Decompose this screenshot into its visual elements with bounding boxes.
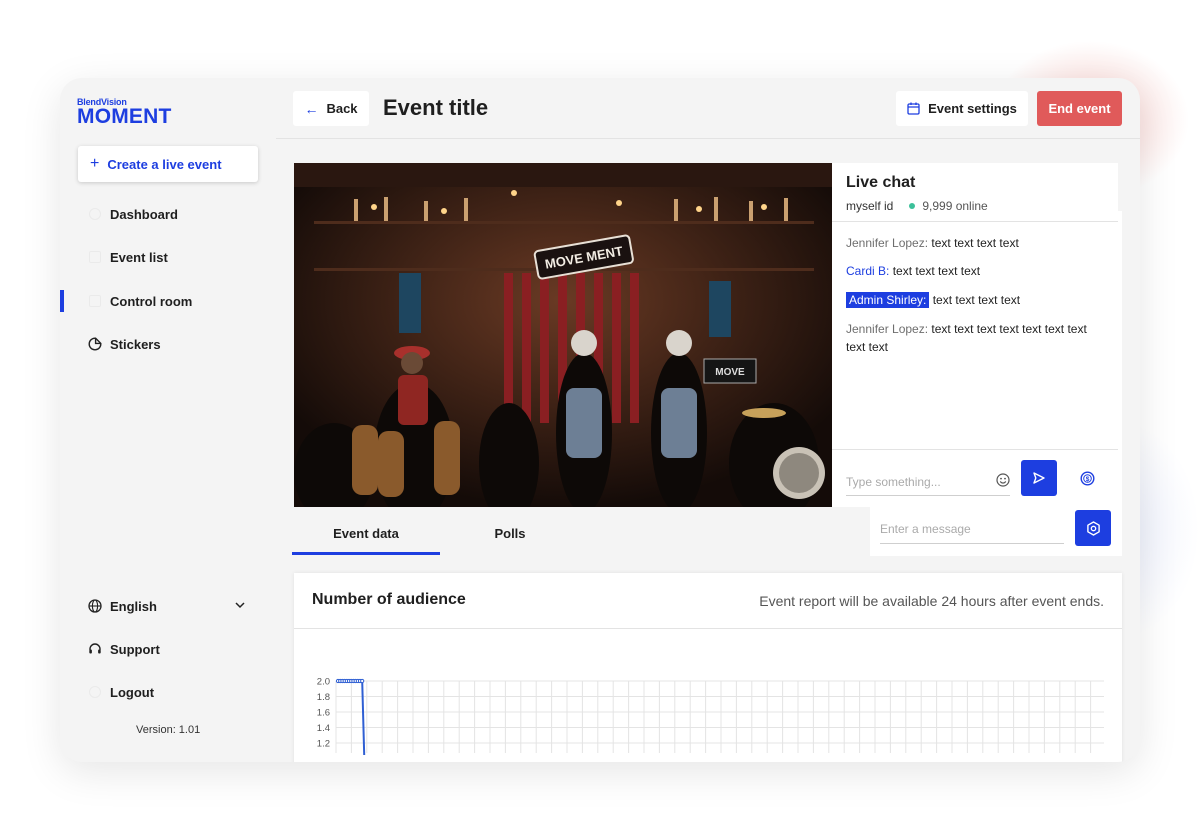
chat-title: Live chat — [846, 174, 916, 191]
event-settings-button[interactable]: Event settings — [896, 91, 1028, 126]
arrow-left-icon: ← — [304, 100, 319, 117]
globe-icon — [88, 599, 102, 613]
chat-text: text text text text — [931, 236, 1019, 250]
headset-icon — [88, 642, 102, 656]
monitor-text: MOVE — [715, 367, 745, 378]
y-tick-label: 1.4 — [317, 723, 330, 734]
chat-input[interactable]: Type something... — [846, 468, 1010, 496]
chat-sender: Jennifer Lopez: — [846, 236, 929, 250]
live-stream-frame: MOVE MENT MOVE — [294, 163, 832, 507]
online-status-dot — [909, 203, 916, 209]
active-tab-underline — [292, 552, 440, 555]
create-live-event-button[interactable]: + Create a live event — [78, 146, 258, 182]
logout-icon — [88, 685, 102, 699]
sidebar-item-support[interactable]: Support — [60, 634, 276, 664]
plus-icon: + — [90, 155, 100, 172]
chat-message: Cardi B: text text text text — [846, 262, 1104, 280]
chat-message: Admin Shirley: text text text text — [846, 291, 1104, 309]
sidebar-item-logout[interactable]: Logout — [60, 677, 276, 707]
sidebar-item-label: Control room — [110, 293, 193, 309]
svg-text:$: $ — [1085, 476, 1089, 483]
app-window: BlendVision MOMENT + Create a live event… — [60, 78, 1140, 762]
end-event-button[interactable]: End event — [1037, 91, 1122, 126]
audience-card: Number of audience Event report will be … — [294, 573, 1122, 762]
sidebar-item-label: Logout — [110, 684, 155, 700]
sidebar-item-dashboard[interactable]: Dashboard — [60, 199, 276, 229]
sidebar: BlendVision MOMENT + Create a live event… — [60, 78, 276, 762]
data-point — [360, 678, 365, 684]
chat-message: Jennifer Lopez: text text text text text… — [846, 320, 1104, 356]
audience-chart: Online users2.01.81.61.41.2 — [317, 677, 1104, 756]
message-box: Enter a message — [870, 506, 1122, 556]
logo: BlendVision MOMENT — [77, 97, 172, 127]
online-count: 9,999 online — [922, 199, 988, 213]
tab-event-data[interactable]: Event data — [292, 526, 440, 541]
panel-edge — [1118, 211, 1122, 553]
audience-title: Number of audience — [312, 591, 466, 608]
chat-meta: myself id 9,999 online — [846, 199, 988, 213]
event-settings-label: Event settings — [928, 101, 1017, 116]
sidebar-item-stickers[interactable]: Stickers — [60, 329, 276, 359]
chat-sender: Cardi B: — [846, 264, 890, 278]
chat-text: text text text text — [932, 293, 1021, 307]
calendar-icon — [907, 102, 920, 115]
dashboard-icon — [88, 207, 102, 221]
y-tick-label: 1.8 — [317, 692, 330, 703]
chat-input-placeholder: Type something... — [846, 474, 941, 489]
chat-input-divider — [832, 449, 1118, 450]
chat-sender: Jennifer Lopez: — [846, 322, 929, 336]
send-icon — [1033, 472, 1045, 484]
tab-polls[interactable]: Polls — [460, 526, 560, 541]
coin-icon[interactable]: $ — [1076, 467, 1098, 489]
language-selector[interactable]: English — [60, 591, 276, 621]
y-tick-label: 1.6 — [317, 708, 330, 719]
sidebar-item-label: Event list — [110, 249, 168, 265]
page-title: Event title — [383, 95, 489, 120]
control-room-icon — [88, 294, 102, 308]
create-live-event-label: Create a live event — [107, 156, 222, 172]
message-input[interactable]: Enter a message — [880, 514, 1064, 544]
sidebar-item-control-room[interactable]: Control room — [60, 286, 276, 316]
language-label: English — [110, 598, 157, 614]
chat-message: Jennifer Lopez: text text text text — [846, 234, 1104, 252]
chat-user-id: myself id — [846, 199, 894, 213]
chat-text: text text text text — [892, 264, 981, 278]
audience-report-note: Event report will be available 24 hours … — [759, 593, 1104, 609]
video-player[interactable]: MOVE MENT MOVE — [294, 163, 832, 507]
live-chat-panel: Live chat myself id 9,999 online Jennife… — [832, 163, 1118, 507]
card-divider — [294, 628, 1122, 629]
message-settings-button[interactable] — [1075, 510, 1111, 546]
message-input-placeholder: Enter a message — [880, 521, 971, 536]
chevron-down-icon — [234, 599, 246, 614]
version-label: Version: 1.01 — [136, 724, 201, 736]
back-label: Back — [326, 101, 358, 116]
y-tick-label: 1.2 — [317, 739, 330, 750]
send-button[interactable] — [1021, 460, 1057, 496]
event-list-icon — [88, 250, 102, 264]
emoji-icon[interactable] — [996, 473, 1010, 490]
gear-icon — [1086, 520, 1100, 536]
sticker-icon — [88, 337, 102, 351]
sidebar-item-label: Dashboard — [110, 206, 178, 222]
y-tick-label: 2.0 — [317, 677, 330, 688]
chat-divider — [832, 221, 1118, 222]
sidebar-item-label: Support — [110, 641, 160, 657]
sidebar-item-event-list[interactable]: Event list — [60, 242, 276, 272]
back-button[interactable]: ← Back — [293, 91, 369, 126]
header-divider — [276, 138, 1140, 139]
chat-sender-admin: Admin Shirley: — [846, 292, 930, 308]
logo-product: MOMENT — [77, 105, 172, 128]
sidebar-item-label: Stickers — [110, 336, 161, 352]
